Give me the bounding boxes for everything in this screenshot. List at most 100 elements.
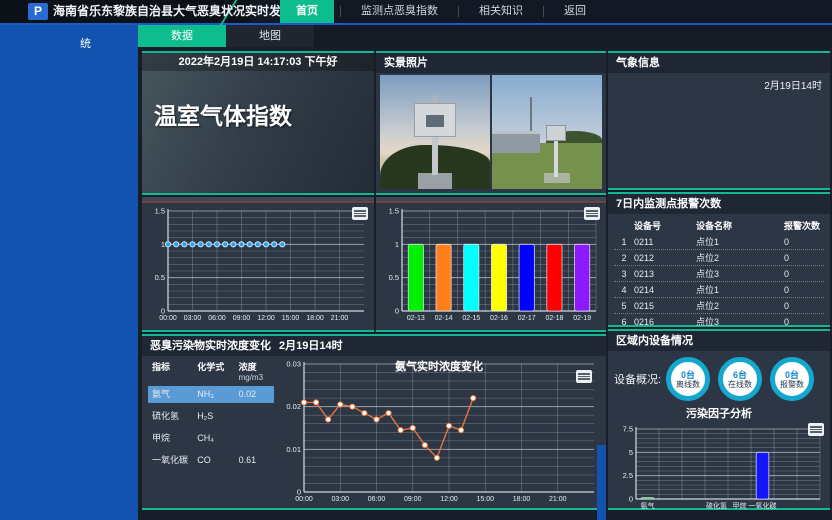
table-row: 50215点位20 (614, 298, 824, 314)
svg-text:21:00: 21:00 (331, 315, 349, 322)
svg-text:02-13: 02-13 (407, 315, 425, 322)
device-overview-label: 设备概况: (614, 371, 666, 387)
nav-item-knowledge[interactable]: 相关知识 (465, 0, 537, 23)
device-stat-circles: 0台 离线数 6台 在线数 0台 报警数 (666, 357, 814, 401)
photos-row (376, 73, 606, 191)
device-status-title: 区域内设备情况 (616, 331, 693, 351)
photo1-monitor-screen (426, 115, 444, 127)
svg-text:0.5: 0.5 (155, 273, 165, 282)
odor-table-row[interactable]: 氨气NH₃0.02 (148, 386, 274, 403)
site-photos-title: 实景照片 (384, 53, 428, 73)
site-photo-2 (492, 75, 602, 189)
pollution-factor-title: 污染因子分析 (608, 405, 830, 421)
svg-text:02-16: 02-16 (490, 315, 508, 322)
svg-text:2.5: 2.5 (623, 471, 633, 480)
odor-panel-title: 恶臭污染物实时浓度变化 (150, 336, 271, 356)
svg-text:0.02: 0.02 (286, 402, 301, 411)
svg-text:12:00: 12:00 (257, 315, 275, 322)
odor-panel-time: 2月19日14时 (279, 336, 343, 356)
alarm-table-body: 10211点位1020212点位2030213点位3040214点位105021… (614, 234, 824, 330)
tab-data[interactable]: 数据 (138, 25, 226, 47)
svg-text:0: 0 (629, 495, 633, 504)
online-count: 6台 (733, 370, 747, 380)
svg-text:02-14: 02-14 (435, 315, 453, 322)
scrollbar-thumb[interactable] (597, 445, 606, 520)
nh3-concentration-line-chart: 00.010.020.0300:0003:0006:0009:0012:0015… (278, 356, 600, 506)
svg-text:1.5: 1.5 (155, 207, 165, 216)
site-photos-panel: 实景照片 (376, 51, 606, 195)
svg-text:0: 0 (395, 307, 399, 316)
svg-text:18:00: 18:00 (513, 496, 531, 503)
nav-separator (543, 6, 544, 17)
odor-table-body: 氨气NH₃0.02 硫化氢H₂S 甲烷CH₄ 一氧化碳CO0.61 (148, 386, 274, 469)
odor-col-value: 浓度 (239, 362, 257, 372)
svg-text:1: 1 (161, 240, 165, 249)
svg-text:0.5: 0.5 (389, 273, 399, 282)
svg-text:5: 5 (629, 448, 633, 457)
photo1-antenna (433, 95, 437, 103)
nh3-chart-title: 氨气实时浓度变化 (278, 358, 600, 374)
photo2-lamp-pole (530, 97, 532, 131)
sidebar-label: 统 (80, 35, 91, 51)
table-row: 10211点位10 (614, 234, 824, 250)
alarm-count-title: 7日内监测点报警次数 (616, 194, 721, 214)
odor-table: 指标 化学式 浓度 mg/m3 氨气NH₃0.02 硫化氢H₂S 甲烷CH₄ 一氧化碳… (142, 356, 278, 506)
photo2-pole (554, 139, 558, 177)
greenhouse-bar-chart-panel: 00.511.502-1302-1402-1502-1602-1702-1802… (376, 197, 606, 332)
odor-table-row[interactable]: 甲烷CH₄ (148, 430, 274, 447)
online-count-badge: 6台 在线数 (718, 357, 762, 401)
chart-menu-icon[interactable] (352, 207, 368, 220)
nav-item-odor-index[interactable]: 监测点恶臭指数 (347, 0, 452, 23)
nav-item-back[interactable]: 返回 (550, 0, 600, 23)
chart-menu-icon[interactable] (808, 423, 824, 436)
left-sidebar: 统 (0, 25, 138, 520)
odor-pollutants-panel: 恶臭污染物实时浓度变化 2月19日14时 指标 化学式 浓度 mg/m3 氨气N… (142, 334, 606, 510)
svg-text:1.5: 1.5 (389, 207, 399, 216)
chart-menu-icon[interactable] (576, 370, 592, 383)
greenhouse-index-bar-chart: 00.511.502-1302-1402-1502-1602-1702-1802… (376, 203, 602, 325)
nav-separator (458, 6, 459, 17)
weather-info-header: 气象信息 (608, 53, 830, 73)
svg-text:21:00: 21:00 (549, 496, 567, 503)
tab-map[interactable]: 地图 (226, 25, 314, 47)
alarm-col-device-name: 设备名称 (696, 218, 784, 234)
dashboard-root: P 海南省乐东黎族自治县大气恶臭状况实时发布系 首页 监测点恶臭指数 相关知识 … (0, 0, 832, 520)
photo2-wall (492, 131, 540, 153)
odor-table-row[interactable]: 一氧化碳CO0.61 (148, 452, 274, 469)
weather-time: 2月19日14时 (608, 73, 830, 92)
greenhouse-index-title: 温室气体指数 (154, 97, 374, 131)
svg-text:09:00: 09:00 (233, 315, 251, 322)
offline-label: 离线数 (676, 380, 700, 389)
odor-col-formula: 化学式 (197, 360, 238, 382)
alarm-table: 设备号 设备名称 报警次数 10211点位1020212点位2030213点位3… (608, 214, 830, 334)
svg-text:02-15: 02-15 (462, 315, 480, 322)
svg-text:1: 1 (395, 240, 399, 249)
odor-col-unit: mg/m3 (239, 373, 274, 382)
chart-menu-icon[interactable] (584, 207, 600, 220)
photo1-base (418, 173, 452, 189)
svg-text:03:00: 03:00 (331, 496, 349, 503)
greenhouse-line-chart-panel: 00.511.500:0003:0006:0009:0012:0015:0018… (142, 197, 374, 332)
svg-text:15:00: 15:00 (282, 315, 300, 322)
greenhouse-index-line-chart: 00.511.500:0003:0006:0009:0012:0015:0018… (142, 203, 370, 325)
odor-table-row[interactable]: 硫化氢H₂S (148, 408, 274, 425)
nav-item-home[interactable]: 首页 (280, 0, 334, 23)
app-logo-icon: P (28, 3, 48, 20)
svg-text:06:00: 06:00 (368, 496, 386, 503)
svg-text:06:00: 06:00 (208, 315, 226, 322)
table-row: 60216点位30 (614, 314, 824, 330)
table-row: 40214点位10 (614, 282, 824, 298)
odor-col-indicator: 指标 (148, 360, 197, 382)
alarm-col-device-id: 设备号 (634, 218, 696, 234)
greenhouse-index-panel: 2022年2月19日 14:17:03 下午好 温室气体指数 (142, 51, 374, 195)
offline-count: 0台 (681, 370, 695, 380)
weather-info-title: 气象信息 (616, 53, 660, 73)
svg-text:氨气: 氨气 (641, 501, 655, 510)
alarm-table-header-row: 设备号 设备名称 报警次数 (614, 218, 824, 234)
site-photos-header: 实景照片 (376, 53, 606, 73)
site-photo-1 (380, 75, 490, 189)
svg-text:一氧化碳: 一氧化碳 (749, 501, 777, 510)
current-datetime: 2022年2月19日 14:17:03 下午好 (142, 53, 374, 71)
svg-text:18:00: 18:00 (306, 315, 324, 322)
offline-count-badge: 0台 离线数 (666, 357, 710, 401)
